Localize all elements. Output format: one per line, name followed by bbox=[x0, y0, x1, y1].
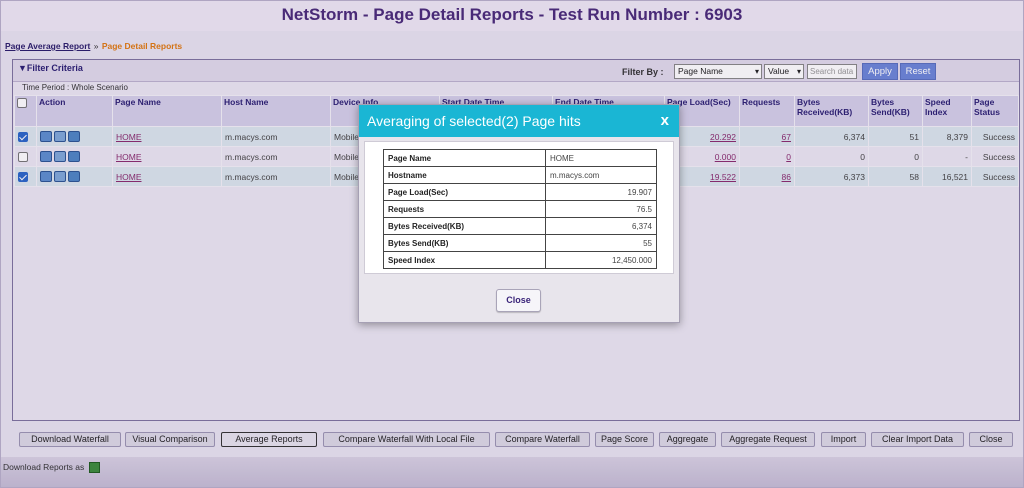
detail-row: Requests 76.5 bbox=[383, 200, 657, 218]
detail-key: Requests bbox=[383, 200, 546, 218]
detail-value: 19.907 bbox=[545, 183, 657, 201]
detail-row: Bytes Send(KB) 55 bbox=[383, 234, 657, 252]
detail-value: 76.5 bbox=[545, 200, 657, 218]
detail-key: Page Name bbox=[383, 149, 546, 167]
detail-key: Page Load(Sec) bbox=[383, 183, 546, 201]
detail-value: 55 bbox=[545, 234, 657, 252]
detail-value: HOME bbox=[545, 149, 657, 167]
close-icon[interactable]: x bbox=[661, 105, 669, 137]
dialog-title: Averaging of selected(2) Page hits bbox=[367, 113, 581, 129]
detail-value: m.macys.com bbox=[545, 166, 657, 184]
average-detail-table: Page Name HOME Hostname m.macys.com Page L… bbox=[383, 149, 657, 269]
detail-row: Hostname m.macys.com bbox=[383, 166, 657, 184]
detail-key: Speed Index bbox=[383, 251, 546, 269]
detail-row: Page Load(Sec) 19.907 bbox=[383, 183, 657, 201]
detail-key: Bytes Received(KB) bbox=[383, 217, 546, 235]
detail-key: Hostname bbox=[383, 166, 546, 184]
dialog-body: Page Name HOME Hostname m.macys.com Page L… bbox=[364, 141, 674, 274]
detail-value: 6,374 bbox=[545, 217, 657, 235]
averaging-dialog: Averaging of selected(2) Page hits x Pag… bbox=[358, 104, 680, 323]
dialog-close-button[interactable]: Close bbox=[496, 289, 541, 312]
detail-value: 12,450.000 bbox=[545, 251, 657, 269]
detail-row: Page Name HOME bbox=[383, 149, 657, 167]
dialog-header: Averaging of selected(2) Page hits x bbox=[359, 105, 679, 137]
detail-row: Speed Index 12,450.000 bbox=[383, 251, 657, 269]
detail-key: Bytes Send(KB) bbox=[383, 234, 546, 252]
detail-row: Bytes Received(KB) 6,374 bbox=[383, 217, 657, 235]
